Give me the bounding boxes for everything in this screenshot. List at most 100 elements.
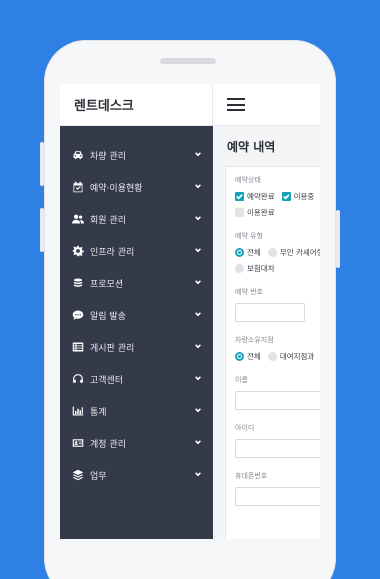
vehicle-owner-section: 차량소유지점 전체 대여지점과	[235, 335, 320, 362]
checkbox-checked-icon	[281, 192, 291, 201]
main-panel: 예약 내역 예약상태 예약완료 이용중 이용완료 예약 유형 전체 무인 카셰어…	[213, 84, 320, 539]
sidebar-item-label: 업무	[90, 471, 107, 482]
field-label: 예약 유형	[235, 232, 263, 240]
chevron-down-icon	[194, 214, 202, 225]
radio-label: 전체	[247, 352, 261, 361]
search-form: 예약상태 예약완료 이용중 이용완료 예약 유형 전체 무인 카셰어링 보험대차…	[225, 166, 320, 539]
bar-chart-icon	[71, 404, 85, 418]
sidebar-item-members[interactable]: 회원 관리	[60, 203, 213, 235]
chevron-down-icon	[194, 310, 202, 321]
page-title: 예약 내역	[213, 126, 320, 166]
checkbox-checked-icon	[235, 192, 244, 201]
reservation-number-section: 예약 번호	[235, 287, 320, 322]
radio-label: 무인 카셰어링	[279, 248, 320, 257]
sidebar-item-label: 인프라 관리	[90, 247, 135, 258]
hamburger-menu-icon[interactable]	[227, 98, 245, 111]
radio-unselected-icon	[267, 248, 277, 257]
radio-label: 전체	[247, 248, 261, 257]
status-checkbox-booked[interactable]: 예약완료	[235, 191, 275, 202]
chevron-down-icon	[194, 150, 202, 161]
chevron-down-icon	[194, 246, 202, 257]
sidebar-item-work[interactable]: 업무	[60, 459, 213, 491]
checkbox-label: 이용완료	[247, 208, 275, 217]
field-label: 차량소유지점	[235, 336, 274, 344]
chevron-down-icon	[194, 342, 202, 353]
gear-icon	[71, 244, 85, 258]
sidebar-item-label: 회원 관리	[90, 215, 126, 226]
phone-input[interactable]	[235, 487, 320, 506]
sidebar-item-reservations[interactable]: 예약·이용현황	[60, 171, 213, 203]
radio-label: 대여지점과	[279, 352, 315, 361]
sidebar-item-label: 알림 발송	[90, 311, 126, 322]
chevron-down-icon	[194, 470, 202, 481]
radio-unselected-icon	[267, 352, 277, 361]
field-label: 아이디	[235, 424, 255, 432]
radio-unselected-icon	[235, 264, 244, 273]
type-radio-carsharing[interactable]: 무인 카셰어링	[267, 247, 320, 258]
layers-icon	[71, 468, 85, 482]
sidebar-item-label: 프로모션	[90, 279, 124, 290]
reservation-type-section: 예약 유형 전체 무인 카셰어링 보험대차	[235, 231, 320, 274]
radio-label: 보험대차	[247, 264, 275, 273]
chevron-down-icon	[194, 278, 202, 289]
sidebar-item-label: 통계	[90, 407, 107, 418]
user-id-input[interactable]	[235, 439, 320, 458]
phone-speaker	[160, 58, 216, 64]
reservation-status-section: 예약상태 예약완료 이용중 이용완료	[235, 175, 320, 218]
field-label: 이름	[235, 376, 248, 384]
owner-radio-all[interactable]: 전체	[235, 351, 261, 362]
checkbox-label: 이용중	[293, 192, 315, 201]
user-id-section: 아이디	[235, 423, 320, 458]
checkbox-unchecked-icon	[235, 208, 244, 217]
type-radio-insurance[interactable]: 보험대차	[235, 263, 275, 274]
chevron-down-icon	[194, 438, 202, 449]
sidebar-menu: 차량 관리 예약·이용현황 회원 관리 인프라 관리 프로모션 알림 발송 게시…	[60, 126, 213, 491]
sidebar-item-vehicle[interactable]: 차량 관리	[60, 139, 213, 171]
status-checkbox-completed[interactable]: 이용완료	[235, 207, 275, 218]
radio-selected-icon	[235, 248, 244, 257]
users-icon	[71, 212, 85, 226]
phone-side-button	[40, 142, 44, 186]
chevron-down-icon	[194, 182, 202, 193]
car-icon	[71, 148, 85, 162]
phone-mockup: 렌트데스크 차량 관리 예약·이용현황 회원 관리 인프라 관리 프로모션 알림…	[40, 40, 340, 579]
top-bar	[213, 84, 320, 126]
chat-icon	[71, 308, 85, 322]
owner-radio-rental-branch[interactable]: 대여지점과	[267, 351, 315, 362]
sidebar-item-infra[interactable]: 인프라 관리	[60, 235, 213, 267]
name-input[interactable]	[235, 391, 320, 410]
type-radio-all[interactable]: 전체	[235, 247, 261, 258]
checkbox-label: 예약완료	[247, 192, 275, 201]
field-label: 예약상태	[235, 176, 261, 184]
field-label: 휴대폰번호	[235, 472, 268, 480]
sidebar-item-statistics[interactable]: 통계	[60, 395, 213, 427]
radio-selected-icon	[235, 352, 244, 361]
id-card-icon	[71, 436, 85, 450]
brand-title[interactable]: 렌트데스크	[60, 84, 213, 126]
sidebar-item-label: 계정 관리	[90, 439, 126, 450]
headset-icon	[71, 372, 85, 386]
sidebar-item-notification[interactable]: 알림 발송	[60, 299, 213, 331]
chevron-down-icon	[194, 374, 202, 385]
phone-section: 휴대폰번호	[235, 471, 320, 506]
list-icon	[71, 340, 85, 354]
coins-icon	[71, 276, 85, 290]
phone-side-button	[336, 210, 340, 268]
sidebar-item-account[interactable]: 계정 관리	[60, 427, 213, 459]
sidebar-item-label: 고객센터	[90, 375, 124, 386]
sidebar: 렌트데스크 차량 관리 예약·이용현황 회원 관리 인프라 관리 프로모션 알림…	[60, 84, 213, 539]
field-label: 예약 번호	[235, 288, 263, 296]
name-section: 이름	[235, 375, 320, 410]
sidebar-item-promotion[interactable]: 프로모션	[60, 267, 213, 299]
sidebar-item-support[interactable]: 고객센터	[60, 363, 213, 395]
status-checkbox-in-use[interactable]: 이용중	[281, 191, 315, 202]
sidebar-item-board[interactable]: 게시판 관리	[60, 331, 213, 363]
reservation-number-input[interactable]	[235, 303, 305, 322]
chevron-down-icon	[194, 406, 202, 417]
calendar-check-icon	[71, 180, 85, 194]
sidebar-item-label: 게시판 관리	[90, 343, 135, 354]
phone-side-button	[40, 208, 44, 252]
sidebar-item-label: 차량 관리	[90, 151, 126, 162]
sidebar-item-label: 예약·이용현황	[90, 183, 143, 194]
app-screen: 렌트데스크 차량 관리 예약·이용현황 회원 관리 인프라 관리 프로모션 알림…	[60, 84, 320, 539]
